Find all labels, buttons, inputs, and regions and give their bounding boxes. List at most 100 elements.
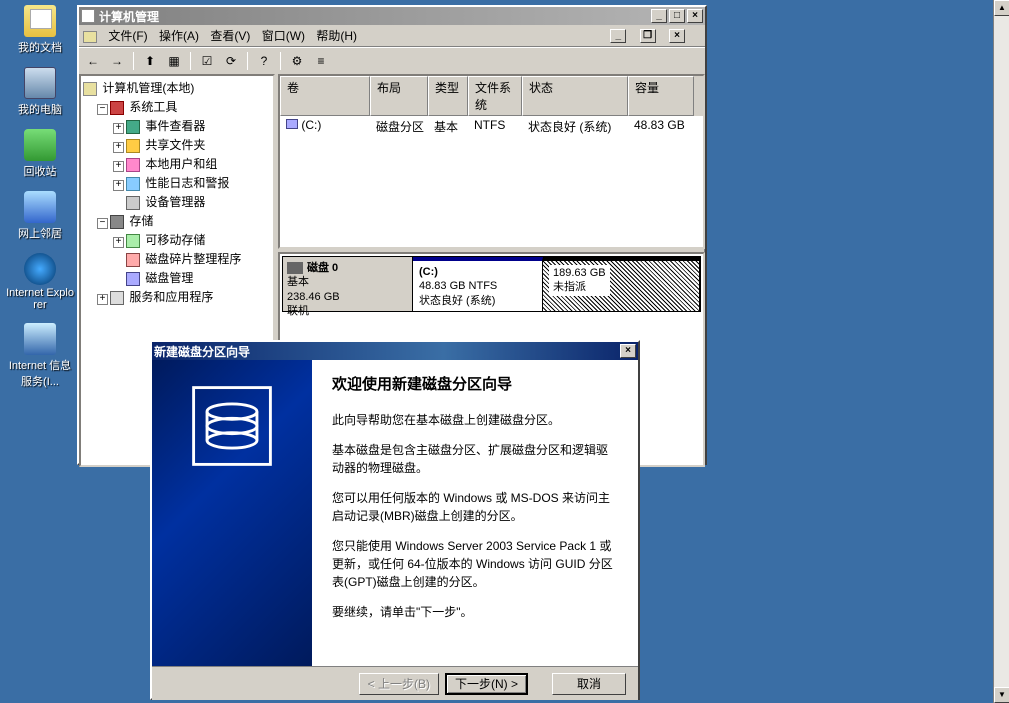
back-button: < 上一步(B) xyxy=(359,673,439,695)
properties-button[interactable]: ☑ xyxy=(197,51,217,71)
minimize-button[interactable]: _ xyxy=(651,9,667,23)
mdi-minimize-button[interactable]: _ xyxy=(610,29,626,43)
folder-icon xyxy=(24,5,56,37)
menu-help[interactable]: 帮助(H) xyxy=(316,29,357,43)
expand-icon[interactable]: + xyxy=(113,237,124,248)
tree-services-apps[interactable]: + 服务和应用程序 xyxy=(83,287,271,306)
col-type[interactable]: 类型 xyxy=(428,76,468,116)
device-icon xyxy=(126,196,140,210)
desktop-icon-iis[interactable]: Internet 信息服务(I... xyxy=(5,323,75,389)
wizard-text: 要继续，请单击"下一步"。 xyxy=(332,603,618,621)
show-hide-tree-button[interactable]: ▦ xyxy=(164,51,184,71)
expand-icon[interactable]: + xyxy=(113,180,124,191)
tree-system-tools[interactable]: − 系统工具 xyxy=(83,97,271,116)
next-button[interactable]: 下一步(N) > xyxy=(445,673,528,695)
menu-file[interactable]: 文件(F) xyxy=(108,29,147,43)
up-button[interactable]: ⬆ xyxy=(140,51,160,71)
tree-local-users[interactable]: + 本地用户和组 xyxy=(83,154,271,173)
ie-icon xyxy=(24,253,56,285)
col-layout[interactable]: 布局 xyxy=(370,76,428,116)
menu-window[interactable]: 窗口(W) xyxy=(262,29,305,43)
disk-stack-icon xyxy=(184,378,280,474)
tree-removable-storage[interactable]: + 可移动存储 xyxy=(83,230,271,249)
collapse-icon[interactable]: − xyxy=(97,218,108,229)
expand-icon[interactable]: + xyxy=(97,294,108,305)
list-row[interactable]: (C:) 磁盘分区 基本 NTFS 状态良好 (系统) 48.83 GB xyxy=(280,116,703,137)
col-volume[interactable]: 卷 xyxy=(280,76,370,116)
back-button[interactable]: ← xyxy=(83,51,103,71)
disk-info[interactable]: 磁盘 0 基本 238.46 GB 联机 xyxy=(283,257,413,311)
menu-action[interactable]: 操作(A) xyxy=(159,29,199,43)
page-scrollbar[interactable]: ▲ ▼ xyxy=(993,0,1009,703)
partition-c[interactable]: (C:) 48.83 GB NTFS 状态良好 (系统) xyxy=(413,257,543,311)
scroll-track[interactable] xyxy=(994,16,1009,687)
cancel-button[interactable]: 取消 xyxy=(552,673,626,695)
perf-icon xyxy=(126,177,140,191)
services-icon xyxy=(110,291,124,305)
volume-list[interactable]: 卷 布局 类型 文件系统 状态 容量 (C:) 磁盘分区 基本 NTFS 状态良… xyxy=(278,74,705,249)
wizard-heading: 欢迎使用新建磁盘分区向导 xyxy=(332,374,618,397)
tree-event-viewer[interactable]: + 事件查看器 xyxy=(83,116,271,135)
wizard-text: 基本磁盘是包含主磁盘分区、扩展磁盘分区和逻辑驱动器的物理磁盘。 xyxy=(332,441,618,477)
wizard-titlebar[interactable]: 新建磁盘分区向导 × xyxy=(152,342,638,360)
disk-row: 磁盘 0 基本 238.46 GB 联机 (C:) 48.83 GB NTFS … xyxy=(282,256,701,312)
expand-icon[interactable]: + xyxy=(113,123,124,134)
tree-performance[interactable]: + 性能日志和警报 xyxy=(83,173,271,192)
mgmt-title: 计算机管理 xyxy=(99,8,159,25)
collapse-icon[interactable]: − xyxy=(97,104,108,115)
desktop-icon-my-documents[interactable]: 我的文档 xyxy=(5,5,75,55)
wizard-sidebar xyxy=(152,360,312,666)
desktop-icon-ie[interactable]: Internet Explorer xyxy=(5,253,75,311)
col-filesystem[interactable]: 文件系统 xyxy=(468,76,522,116)
new-partition-wizard: 新建磁盘分区向导 × 欢迎使用新建磁盘分区向导 此向导帮助您在基本磁盘上创建磁盘… xyxy=(150,340,640,700)
expand-icon[interactable]: + xyxy=(113,161,124,172)
wizard-close-button[interactable]: × xyxy=(620,344,636,358)
mdi-restore-button[interactable]: ❐ xyxy=(640,29,656,43)
network-icon xyxy=(24,191,56,223)
partition-unallocated[interactable]: 189.63 GB 未指派 xyxy=(543,257,700,311)
expand-icon[interactable]: + xyxy=(113,142,124,153)
disk-hw-icon xyxy=(287,262,303,274)
defrag-icon xyxy=(126,253,140,267)
recycle-icon xyxy=(24,129,56,161)
menu-view[interactable]: 查看(V) xyxy=(210,29,250,43)
wizard-text: 您可以用任何版本的 Windows 或 MS-DOS 来访问主启动记录(MBR)… xyxy=(332,489,618,525)
mdi-close-button[interactable]: × xyxy=(669,29,685,43)
users-icon xyxy=(126,158,140,172)
forward-button[interactable]: → xyxy=(107,51,127,71)
wizard-title: 新建磁盘分区向导 xyxy=(154,343,250,360)
event-icon xyxy=(126,120,140,134)
desktop-icon-network[interactable]: 网上邻居 xyxy=(5,191,75,241)
list-button[interactable]: ≡ xyxy=(311,51,331,71)
refresh-button[interactable]: ⟳ xyxy=(221,51,241,71)
desktop-icons: 我的文档 我的电脑 回收站 网上邻居 Internet Explorer Int… xyxy=(5,5,75,401)
iis-icon xyxy=(24,323,56,355)
computer-icon xyxy=(24,67,56,99)
mgmt-titlebar[interactable]: 计算机管理 _ □ × xyxy=(79,7,705,25)
col-status[interactable]: 状态 xyxy=(522,76,628,116)
tree-storage[interactable]: − 存储 xyxy=(83,211,271,230)
volume-icon xyxy=(286,119,298,129)
desktop-icon-recycle-bin[interactable]: 回收站 xyxy=(5,129,75,179)
close-button[interactable]: × xyxy=(687,9,703,23)
wizard-button-bar: < 上一步(B) 下一步(N) > 取消 xyxy=(152,666,638,700)
tree-root[interactable]: 计算机管理(本地) xyxy=(83,78,271,97)
settings-button[interactable]: ⚙ xyxy=(287,51,307,71)
col-capacity[interactable]: 容量 xyxy=(628,76,694,116)
tree-disk-management[interactable]: 磁盘管理 xyxy=(83,268,271,287)
mgmt-toolbar: ← → ⬆ ▦ ☑ ⟳ ? ⚙ ≡ xyxy=(79,47,705,74)
desktop-icon-my-computer[interactable]: 我的电脑 xyxy=(5,67,75,117)
tree-device-manager[interactable]: 设备管理器 xyxy=(83,192,271,211)
computer-icon xyxy=(83,82,97,96)
maximize-button[interactable]: □ xyxy=(669,9,685,23)
mgmt-menubar: 文件(F) 操作(A) 查看(V) 窗口(W) 帮助(H) _ ❐ × xyxy=(79,25,705,47)
wizard-text: 此向导帮助您在基本磁盘上创建磁盘分区。 xyxy=(332,411,618,429)
scroll-up-button[interactable]: ▲ xyxy=(994,0,1009,16)
removable-icon xyxy=(126,234,140,248)
scroll-down-button[interactable]: ▼ xyxy=(994,687,1009,703)
share-icon xyxy=(126,139,140,153)
help-button[interactable]: ? xyxy=(254,51,274,71)
tree-defrag[interactable]: 磁盘碎片整理程序 xyxy=(83,249,271,268)
tools-icon xyxy=(110,101,124,115)
tree-shared-folders[interactable]: + 共享文件夹 xyxy=(83,135,271,154)
